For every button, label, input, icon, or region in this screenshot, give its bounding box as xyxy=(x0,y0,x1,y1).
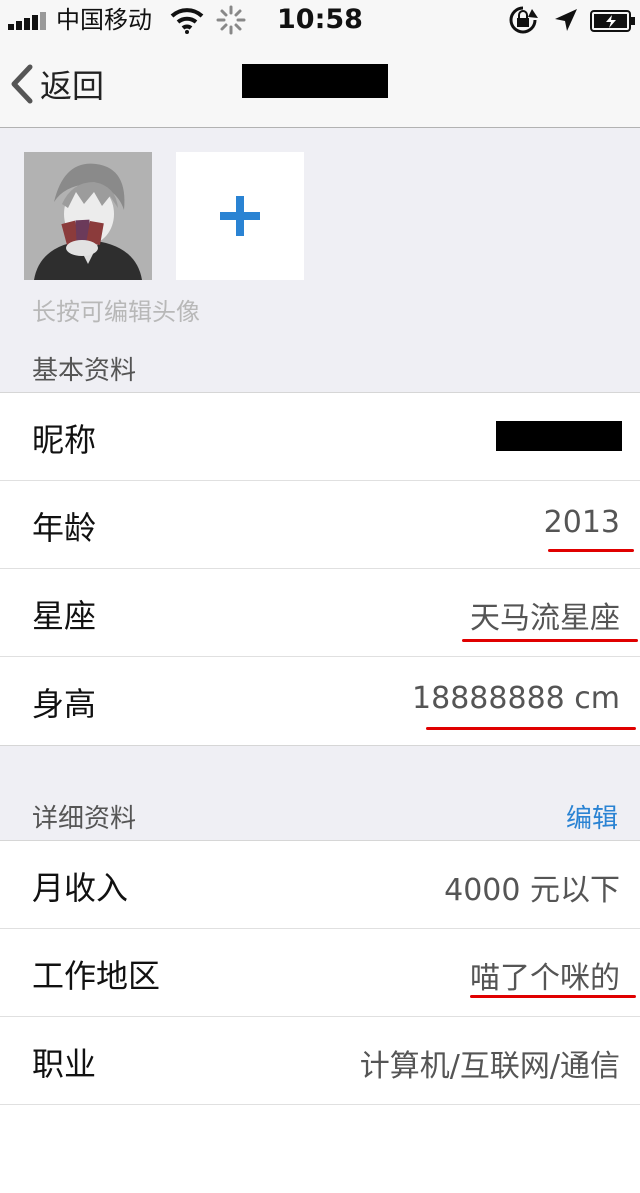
edit-button[interactable]: 编辑 xyxy=(566,798,618,835)
row-label: 星座 xyxy=(32,597,97,635)
avatar-edit-hint: 长按可编辑头像 xyxy=(32,298,200,326)
row-value: 计算机/互联网/通信 xyxy=(359,1049,620,1084)
basic-info-list: 昵称 年龄 2013 星座 天马流星座 身高 18888888 cm xyxy=(0,392,640,746)
section-title-basic: 基本资料 xyxy=(32,356,137,386)
row-value: 2013 xyxy=(543,505,620,540)
status-bar: 中国移动 10:58 xyxy=(0,0,640,40)
work-area-row[interactable]: 工作地区 喵了个咪的 xyxy=(0,929,640,1017)
row-label: 职业 xyxy=(32,1045,97,1083)
zodiac-row[interactable]: 星座 天马流星座 xyxy=(0,569,640,657)
clock-time: 10:58 xyxy=(277,4,363,35)
height-row[interactable]: 身高 18888888 cm xyxy=(0,657,640,745)
row-label: 月收入 xyxy=(32,869,129,907)
occupation-row[interactable]: 职业 计算机/互联网/通信 xyxy=(0,1017,640,1105)
marital-status-row-partial[interactable] xyxy=(0,1105,640,1193)
row-value: 4000 元以下 xyxy=(444,873,620,908)
nickname-row[interactable]: 昵称 xyxy=(0,393,640,481)
basic-info-header: 基本资料 xyxy=(0,340,640,392)
navigation-bar: 返回 xyxy=(0,40,640,128)
row-label: 身高 xyxy=(32,685,97,723)
annotation-underline xyxy=(548,549,634,552)
add-photo-button[interactable] xyxy=(176,152,304,280)
avatar-illustration xyxy=(24,152,152,280)
section-title-detail: 详细资料 xyxy=(32,804,137,834)
page-title-redacted xyxy=(242,64,388,98)
plus-icon xyxy=(220,196,260,236)
row-label: 昵称 xyxy=(32,421,97,459)
age-row[interactable]: 年龄 2013 xyxy=(0,481,640,569)
row-label: 工作地区 xyxy=(32,957,161,995)
detail-info-list: 月收入 4000 元以下 工作地区 喵了个咪的 职业 计算机/互联网/通信 xyxy=(0,840,640,1193)
nickname-redacted xyxy=(496,421,622,451)
row-label: 年龄 xyxy=(32,509,97,547)
rotation-lock-icon xyxy=(509,6,538,34)
location-arrow-icon xyxy=(555,9,577,31)
annotation-underline xyxy=(462,639,638,642)
battery-icon xyxy=(590,10,635,32)
row-value: 18888888 cm xyxy=(412,681,620,716)
income-row[interactable]: 月收入 4000 元以下 xyxy=(0,841,640,929)
avatar[interactable] xyxy=(24,152,152,280)
photo-section: 长按可编辑头像 xyxy=(0,129,640,340)
annotation-underline xyxy=(426,727,636,730)
detail-info-header: 详细资料 编辑 xyxy=(0,788,640,840)
annotation-underline xyxy=(470,995,636,998)
row-value: 喵了个咪的 xyxy=(470,961,620,996)
row-value: 天马流星座 xyxy=(470,601,620,636)
back-button[interactable]: 返回 xyxy=(8,62,104,106)
back-label: 返回 xyxy=(40,67,105,105)
chevron-left-icon xyxy=(11,64,33,104)
